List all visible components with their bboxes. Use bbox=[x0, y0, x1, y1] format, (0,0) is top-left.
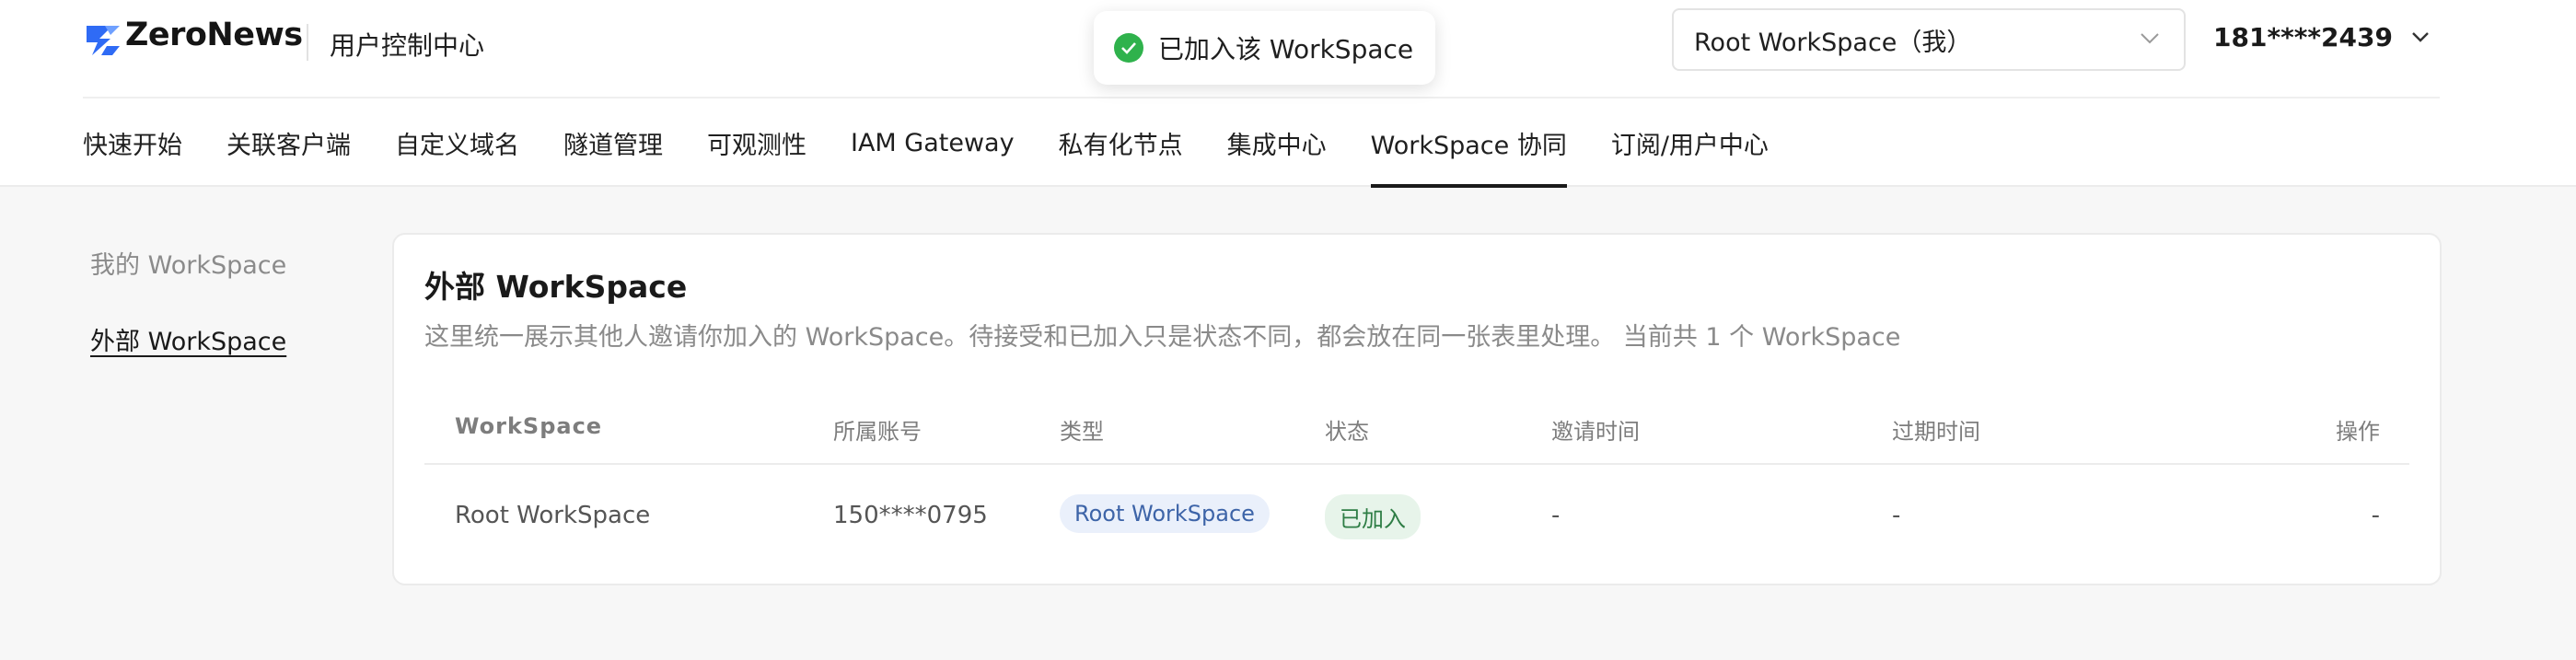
nav-item-private-nodes[interactable]: 私有化节点 bbox=[1059, 98, 1183, 187]
side-item-external-workspace[interactable]: 外部 WorkSpace bbox=[90, 321, 286, 357]
nav-item-iam-gateway[interactable]: IAM Gateway bbox=[851, 98, 1015, 187]
side-menu: 我的 WorkSpace 外部 WorkSpace bbox=[90, 245, 286, 398]
header-action: 操作 bbox=[2336, 419, 2380, 445]
brand-name[interactable]: ZeroNews bbox=[125, 17, 303, 53]
nav-item-integrations[interactable]: 集成中心 bbox=[1227, 98, 1327, 187]
nav-item-workspace-collab[interactable]: WorkSpace 协同 bbox=[1370, 98, 1568, 188]
card-title: 外部 WorkSpace bbox=[424, 269, 688, 305]
external-workspace-card: 外部 WorkSpace 这里统一展示其他人邀请你加入的 WorkSpace。待… bbox=[392, 233, 2442, 585]
success-toast: 已加入该 WorkSpace bbox=[1094, 11, 1436, 85]
workspace-select[interactable]: Root WorkSpace（我） bbox=[1672, 8, 2186, 71]
brand-subtitle: 用户控制中心 bbox=[330, 30, 485, 61]
header-expire-time: 过期时间 bbox=[1892, 419, 1980, 445]
header-status: 状态 bbox=[1325, 419, 1369, 445]
nav-item-tunnels[interactable]: 隧道管理 bbox=[563, 98, 663, 187]
cell-action: - bbox=[2371, 502, 2380, 529]
header-account: 所属账号 bbox=[833, 419, 922, 445]
table-row: Root WorkSpace 150****0795 Root WorkSpac… bbox=[424, 465, 2409, 568]
toast-message: 已加入该 WorkSpace bbox=[1158, 34, 1414, 64]
cell-workspace: Root WorkSpace bbox=[455, 502, 651, 529]
side-item-my-workspace[interactable]: 我的 WorkSpace bbox=[90, 245, 286, 281]
status-badge: 已加入 bbox=[1325, 494, 1421, 539]
nav-item-clients[interactable]: 关联客户端 bbox=[226, 98, 351, 187]
main-nav: 快速开始 关联客户端 自定义域名 隧道管理 可观测性 IAM Gateway 私… bbox=[83, 98, 1813, 188]
brand-divider bbox=[307, 24, 308, 61]
user-account-menu[interactable]: 181****2439 bbox=[2213, 22, 2430, 52]
table-header: WorkSpace 所属账号 类型 状态 邀请时间 过期时间 操作 bbox=[424, 391, 2409, 465]
header-type: 类型 bbox=[1060, 419, 1104, 445]
chevron-down-icon bbox=[2141, 33, 2159, 44]
nav-item-observability[interactable]: 可观测性 bbox=[707, 98, 806, 187]
zeronews-logo-icon bbox=[87, 26, 120, 55]
workspace-table: WorkSpace 所属账号 类型 状态 邀请时间 过期时间 操作 Root W… bbox=[424, 391, 2409, 568]
chevron-down-icon bbox=[2412, 32, 2429, 42]
cell-expire-time: - bbox=[1892, 502, 1901, 529]
nav-item-custom-domain[interactable]: 自定义域名 bbox=[395, 98, 519, 187]
cell-account: 150****0795 bbox=[833, 502, 988, 529]
user-account: 181****2439 bbox=[2213, 22, 2393, 52]
header-invite-time: 邀请时间 bbox=[1551, 419, 1640, 445]
header-workspace: WorkSpace bbox=[455, 413, 603, 439]
workspace-select-value: Root WorkSpace（我） bbox=[1694, 28, 1972, 57]
cell-invite-time: - bbox=[1551, 502, 1561, 529]
nav-item-quick-start[interactable]: 快速开始 bbox=[83, 98, 182, 187]
card-description: 这里统一展示其他人邀请你加入的 WorkSpace。待接受和已加入只是状态不同，… bbox=[424, 323, 1901, 352]
nav-item-subscription[interactable]: 订阅/用户中心 bbox=[1611, 98, 1769, 187]
type-tag: Root WorkSpace bbox=[1060, 494, 1270, 533]
check-circle-icon bbox=[1114, 33, 1143, 63]
